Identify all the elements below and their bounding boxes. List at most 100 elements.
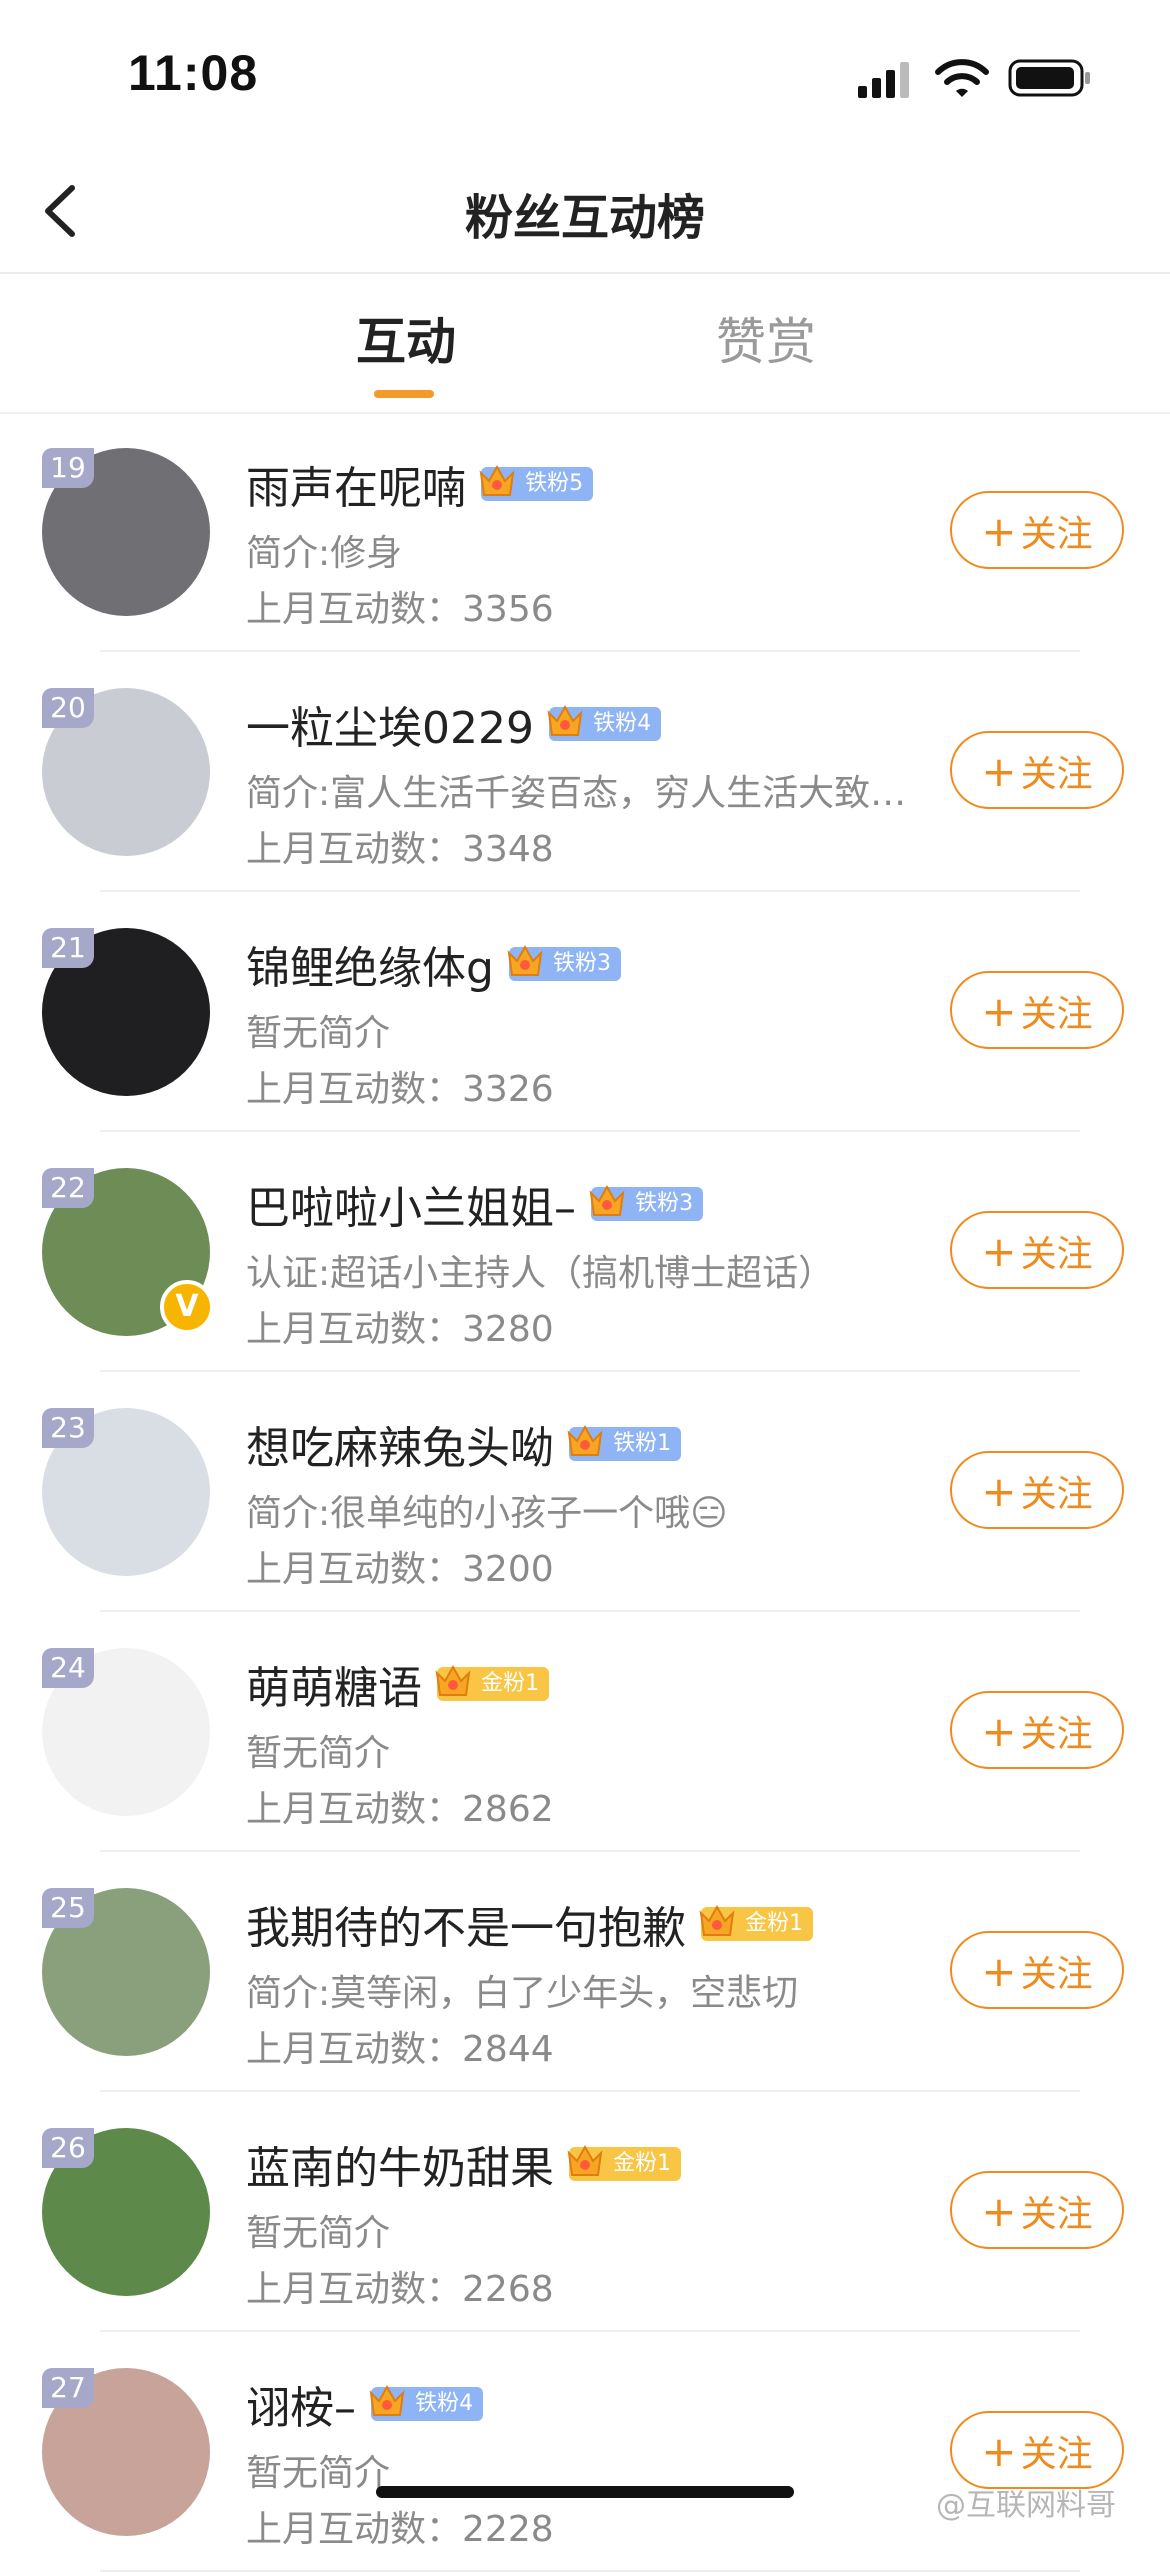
list-item[interactable]: 27 诩桉– 铁粉4 暂无简介 上月互动数：2228 + 关注: [0, 2332, 1170, 2572]
user-name[interactable]: 一粒尘埃0229: [246, 703, 534, 754]
list-item[interactable]: 24 萌萌糖语 金粉1 暂无简介 上月互动数：2862 + 关注: [0, 1612, 1170, 1852]
crown-icon: [699, 1904, 735, 1936]
follow-label: 关注: [1020, 1234, 1093, 1275]
user-intro: 简介:富人生活千姿百态，穷人生活大致…: [246, 773, 907, 814]
user-name[interactable]: 锦鲤绝缘体g: [246, 943, 494, 994]
fan-level-badge: 铁粉5: [479, 464, 594, 501]
cellular-signal-icon: [858, 62, 909, 98]
count-prefix: 上月互动数：: [246, 2269, 463, 2310]
status-bar: 11:08: [0, 0, 1170, 150]
fan-level-badge: 铁粉4: [547, 704, 662, 741]
page-title: 粉丝互动榜: [464, 190, 705, 246]
count-value: 3348: [462, 829, 554, 870]
crown-icon: [479, 464, 515, 496]
count-value: 3200: [462, 1549, 554, 1590]
fan-level-badge: 铁粉3: [507, 944, 622, 981]
follow-label: 关注: [1020, 2434, 1093, 2475]
rank-badge: 25: [42, 1888, 94, 1928]
home-indicator: [376, 2486, 794, 2498]
fan-level-label: 铁粉1: [613, 1431, 672, 1456]
name-line: 锦鲤绝缘体g 铁粉3: [246, 932, 622, 994]
count-prefix: 上月互动数：: [246, 829, 463, 870]
user-intro: 简介:修身: [246, 533, 403, 574]
follow-label: 关注: [1020, 2194, 1093, 2235]
plus-icon: +: [981, 2427, 1017, 2476]
user-name[interactable]: 想吃麻辣兔头呦: [246, 1423, 554, 1474]
rank-badge: 24: [42, 1648, 94, 1688]
name-line: 萌萌糖语 金粉1: [246, 1652, 550, 1714]
rank-badge: 20: [42, 688, 94, 728]
count-prefix: 上月互动数：: [246, 2029, 463, 2070]
list-item[interactable]: 26 蓝南的牛奶甜果 金粉1 暂无简介 上月互动数：2268 + 关注: [0, 2092, 1170, 2332]
tab-reward[interactable]: 赞赏: [716, 302, 816, 374]
plus-icon: +: [981, 1947, 1017, 1996]
rank-badge: 27: [42, 2368, 94, 2408]
count-value: 2862: [462, 1789, 554, 1830]
verified-badge-icon: V: [160, 1280, 214, 1334]
user-name[interactable]: 巴啦啦小兰姐姐–: [246, 1183, 576, 1234]
fan-level-badge: 金粉1: [567, 2144, 682, 2181]
interaction-count: 上月互动数：2844: [246, 2020, 554, 2072]
plus-icon: +: [981, 1227, 1017, 1276]
count-value: 3326: [462, 1069, 554, 1110]
follow-button[interactable]: + 关注: [950, 731, 1124, 809]
list-item[interactable]: 21 锦鲤绝缘体g 铁粉3 暂无简介 上月互动数：3326 + 关注: [0, 892, 1170, 1132]
tab-interaction[interactable]: 互动: [356, 302, 456, 374]
plus-icon: +: [981, 2187, 1017, 2236]
follow-button[interactable]: + 关注: [950, 491, 1124, 569]
user-intro: 认证:超话小主持人（搞机博士超话）: [246, 1253, 835, 1294]
list-item[interactable]: 19 雨声在呢喃 铁粉5 简介:修身 上月互动数：3356 + 关注: [0, 412, 1170, 652]
list-item[interactable]: 23 想吃麻辣兔头呦 铁粉1 简介:很单纯的小孩子一个哦😑 上月互动数：3200…: [0, 1372, 1170, 1612]
plus-icon: +: [981, 1707, 1017, 1756]
fan-level-badge: 金粉1: [699, 1904, 814, 1941]
follow-button[interactable]: + 关注: [950, 1691, 1124, 1769]
name-line: 巴啦啦小兰姐姐– 铁粉3: [246, 1172, 704, 1234]
count-prefix: 上月互动数：: [246, 1549, 463, 1590]
follow-button[interactable]: + 关注: [950, 2171, 1124, 2249]
name-line: 我期待的不是一句抱歉 金粉1: [246, 1892, 814, 1954]
fan-level-badge: 铁粉4: [369, 2384, 484, 2421]
user-intro: 暂无简介: [246, 2213, 391, 2254]
fan-level-label: 铁粉3: [553, 951, 612, 976]
fan-level-badge: 铁粉1: [567, 1424, 682, 1461]
count-value: 2844: [462, 2029, 554, 2070]
follow-label: 关注: [1020, 994, 1093, 1035]
fan-level-label: 铁粉5: [525, 471, 584, 496]
follow-button[interactable]: + 关注: [950, 2411, 1124, 2489]
plus-icon: +: [981, 747, 1017, 796]
crown-icon: [567, 2144, 603, 2176]
user-name[interactable]: 萌萌糖语: [246, 1663, 422, 1714]
crown-icon: [547, 704, 583, 736]
name-line: 雨声在呢喃 铁粉5: [246, 452, 594, 514]
watermark: @互联网料哥: [936, 2488, 1116, 2523]
user-name[interactable]: 蓝南的牛奶甜果: [246, 2143, 554, 2194]
fan-level-badge: 金粉1: [435, 1664, 550, 1701]
list-item[interactable]: 25 我期待的不是一句抱歉 金粉1 简介:莫等闲，白了少年头，空悲切 上月互动数…: [0, 1852, 1170, 2092]
list-item[interactable]: 20 一粒尘埃0229 铁粉4 简介:富人生活千姿百态，穷人生活大致… 上月互动…: [0, 652, 1170, 892]
battery-icon: [1008, 59, 1090, 97]
status-time: 11:08: [128, 45, 259, 101]
follow-label: 关注: [1020, 514, 1093, 555]
nav-bar: 粉丝互动榜: [0, 150, 1170, 274]
user-name[interactable]: 诩桉–: [246, 2383, 356, 2434]
crown-icon: [435, 1664, 471, 1696]
user-name[interactable]: 我期待的不是一句抱歉: [246, 1903, 686, 1954]
wifi-icon: [935, 59, 989, 97]
fan-level-label: 金粉1: [613, 2151, 672, 2176]
user-intro: 暂无简介: [246, 2453, 391, 2494]
follow-button[interactable]: + 关注: [950, 1451, 1124, 1529]
interaction-count: 上月互动数：3326: [246, 1060, 554, 1112]
count-prefix: 上月互动数：: [246, 1309, 463, 1350]
user-intro: 简介:莫等闲，白了少年头，空悲切: [246, 1973, 799, 2014]
user-intro: 暂无简介: [246, 1733, 391, 1774]
fan-level-label: 金粉1: [745, 1911, 804, 1936]
fan-level-label: 铁粉4: [415, 2391, 474, 2416]
follow-button[interactable]: + 关注: [950, 1211, 1124, 1289]
follow-button[interactable]: + 关注: [950, 1931, 1124, 2009]
user-name[interactable]: 雨声在呢喃: [246, 463, 466, 514]
crown-icon: [567, 1424, 603, 1456]
list-item[interactable]: 22 巴啦啦小兰姐姐– 铁粉3 认证:超话小主持人（搞机博士超话） 上月互动数：…: [0, 1132, 1170, 1372]
follow-label: 关注: [1020, 1954, 1093, 1995]
follow-button[interactable]: + 关注: [950, 971, 1124, 1049]
name-line: 蓝南的牛奶甜果 金粉1: [246, 2132, 682, 2194]
